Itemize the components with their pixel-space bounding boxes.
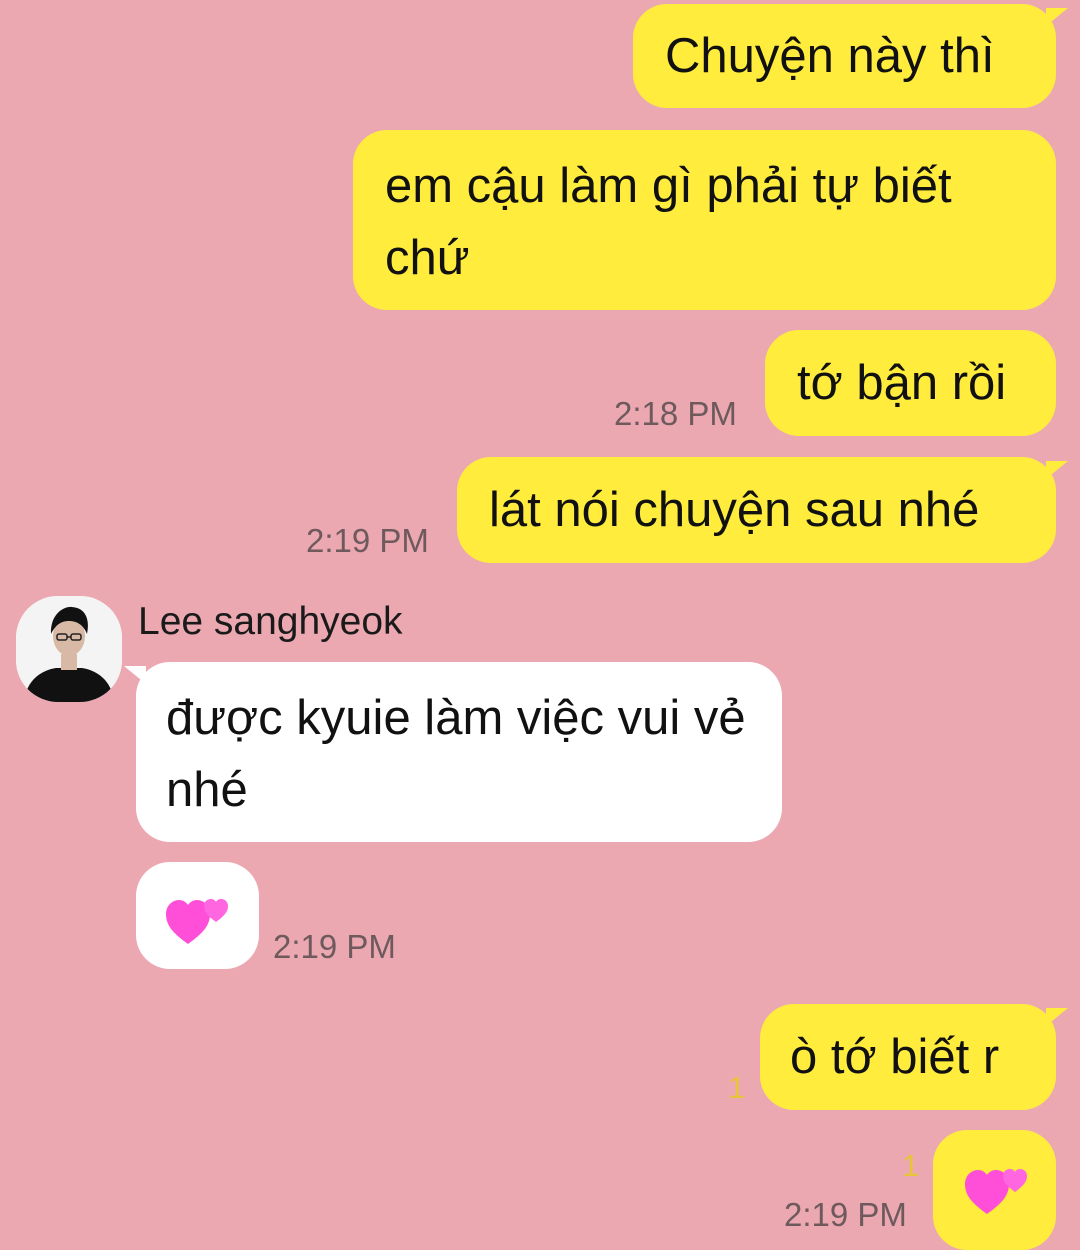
message-bubble-sent[interactable]: em cậu làm gì phải tự biết chứ [353,130,1056,310]
message-timestamp: 2:19 PM [273,928,396,965]
message-bubble-sent[interactable]: tớ bận rồi [765,330,1056,436]
message-bubble-sent[interactable]: lát nói chuyện sau nhé [457,457,1068,563]
message-bubble-received[interactable]: được kyuie làm việc vui vẻ nhé [124,662,782,842]
message-text: được kyuie làm việc vui vẻ nhé [166,691,746,817]
emoji-message-sent[interactable] [933,1130,1056,1250]
emoji-message-received[interactable] [136,862,259,969]
message-timestamp: 2:19 PM [306,522,429,559]
message-text: lát nói chuyện sau nhé [489,483,980,537]
message-timestamp: 2:19 PM [784,1196,907,1233]
message-timestamp: 2:18 PM [614,395,737,432]
message-bubble-sent[interactable]: ò tớ biết r [760,1004,1068,1110]
two-hearts-icon [166,899,228,944]
two-hearts-icon [965,1169,1027,1214]
unread-count: 1 [902,1148,920,1183]
unread-count: 1 [728,1070,746,1105]
message-text: em cậu làm gì phải tự biết chứ [385,159,952,285]
sender-name: Lee sanghyeok [138,600,403,643]
message-bubble-sent[interactable]: Chuyện này thì [633,4,1068,108]
message-text: tớ bận rồi [797,356,1007,410]
person-avatar-icon [16,596,122,702]
message-text: ò tớ biết r [790,1030,1000,1084]
avatar[interactable] [16,596,122,702]
message-text: Chuyện này thì [665,29,995,83]
